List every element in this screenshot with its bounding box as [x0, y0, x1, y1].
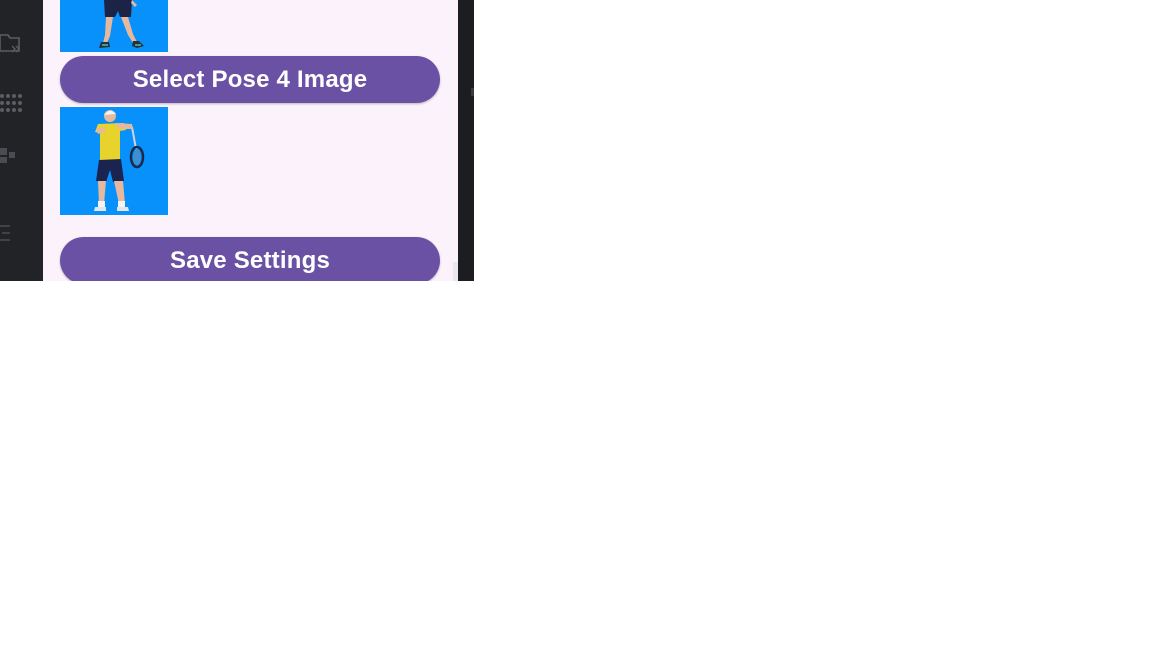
- emulator-icon[interactable]: [0, 142, 24, 168]
- dots-grid-icon[interactable]: [0, 90, 24, 116]
- pose-3-image: [60, 0, 168, 52]
- emulator-capture: Select Pose 4 Image Save Settings: [0, 0, 474, 281]
- emulator-frame-edge: [458, 0, 474, 281]
- pose-4-image: [60, 107, 168, 215]
- ide-sidebar: [0, 0, 43, 281]
- frame-mark: [471, 88, 474, 96]
- app-screen: Select Pose 4 Image Save Settings: [43, 0, 458, 281]
- save-settings-button[interactable]: Save Settings: [60, 237, 440, 281]
- folder-arrows-icon[interactable]: [0, 30, 24, 56]
- collapse-icon[interactable]: [0, 220, 24, 246]
- select-pose-4-button[interactable]: Select Pose 4 Image: [60, 56, 440, 103]
